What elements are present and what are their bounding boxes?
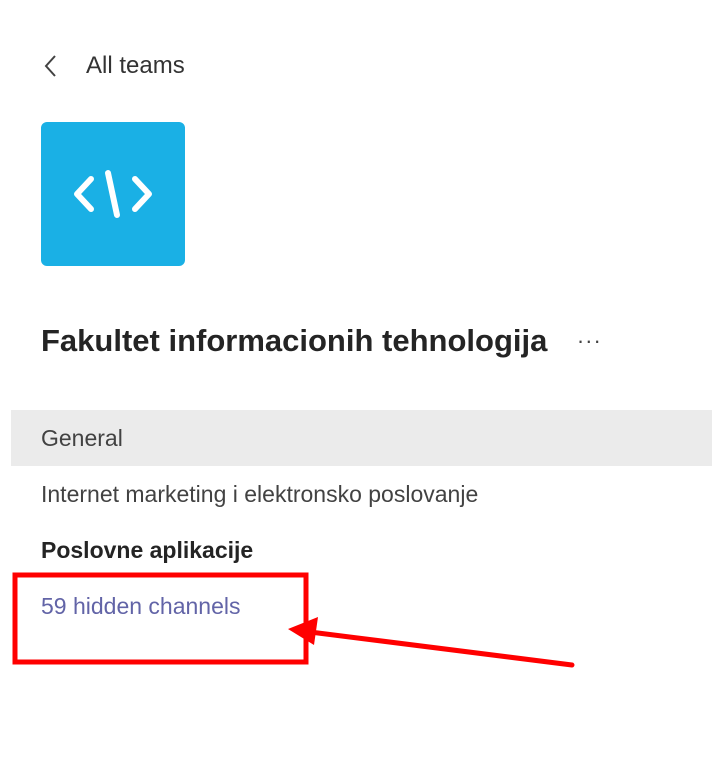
- team-header: Fakultet informacionih tehnologija ···: [41, 316, 701, 366]
- more-options-button[interactable]: ···: [569, 326, 609, 356]
- channel-general[interactable]: General: [11, 410, 712, 466]
- channel-list: General Internet marketing i elektronsko…: [11, 410, 712, 634]
- red-annotation-overlay: [12, 572, 575, 668]
- hidden-channels-link[interactable]: 59 hidden channels: [11, 578, 712, 634]
- annotation-arrow-shaft: [307, 629, 575, 668]
- teams-sidebar: All teams Fakultet informacionih tehnolo…: [0, 0, 712, 781]
- channel-poslovne-aplikacije[interactable]: Poslovne aplikacije: [11, 522, 712, 578]
- code-brackets-icon: [74, 170, 152, 218]
- chevron-left-icon: [44, 55, 56, 77]
- channel-internet-marketing[interactable]: Internet marketing i elektronsko poslova…: [11, 466, 712, 522]
- team-avatar[interactable]: [41, 122, 185, 266]
- all-teams-back-link[interactable]: All teams: [40, 48, 185, 84]
- back-link-label: All teams: [86, 52, 185, 79]
- team-name: Fakultet informacionih tehnologija: [41, 323, 548, 358]
